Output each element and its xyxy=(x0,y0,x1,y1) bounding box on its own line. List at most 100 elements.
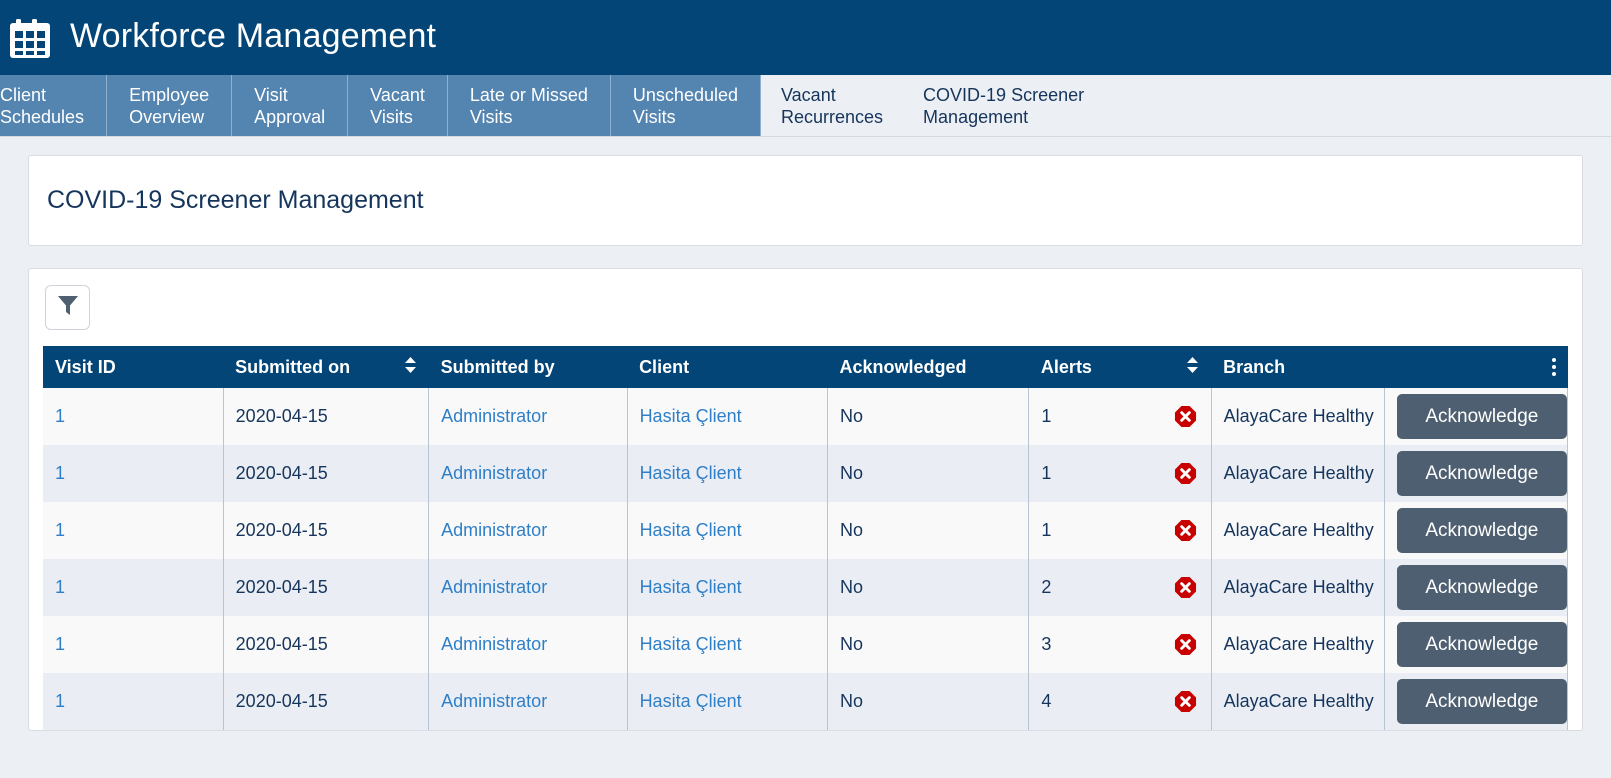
cell-submitted-on: 2020-04-15 xyxy=(223,673,430,730)
acknowledge-button[interactable]: Acknowledge xyxy=(1396,508,1567,553)
tab-visit-approval[interactable]: Visit Approval xyxy=(232,75,349,136)
cell-submitted-on: 2020-04-15 xyxy=(223,559,430,616)
tab-label-line2: Schedules xyxy=(0,106,85,127)
acknowledge-button[interactable]: Acknowledge xyxy=(1396,565,1567,610)
visit-id-link[interactable]: 1 xyxy=(55,463,65,483)
app-header: Workforce Management xyxy=(0,0,1611,75)
cell-submitted-by: Administrator xyxy=(428,616,628,673)
table-row[interactable]: 1 2020-04-15 Administrator Hasita Çlient… xyxy=(43,673,1569,730)
cell-submitted-by: Administrator xyxy=(428,559,628,616)
error-octagon-icon xyxy=(1174,690,1197,713)
tab-label-line2: Visits xyxy=(370,106,413,127)
visit-id-link[interactable]: 1 xyxy=(55,577,65,597)
cell-branch: AlayaCare Healthy xyxy=(1211,502,1385,559)
submitted-by-link[interactable]: Administrator xyxy=(441,520,547,540)
cell-client: Hasita Çlient xyxy=(627,502,828,559)
cell-submitted-by: Administrator xyxy=(428,388,628,445)
cell-alerts: 4 xyxy=(1028,673,1212,730)
cell-branch: AlayaCare Healthy xyxy=(1211,673,1385,730)
visit-id-link[interactable]: 1 xyxy=(55,691,65,711)
alerts-count: 1 xyxy=(1041,406,1052,426)
grid-card: Visit ID Submitted on Submitted by Clien… xyxy=(28,268,1583,731)
cell-visit-id: 1 xyxy=(43,673,224,730)
sort-icon[interactable] xyxy=(404,356,417,379)
error-octagon-icon xyxy=(1174,462,1197,485)
cell-branch: AlayaCare Healthy xyxy=(1211,388,1385,445)
client-link[interactable]: Hasita Çlient xyxy=(640,520,742,540)
cell-branch: AlayaCare Healthy xyxy=(1211,616,1385,673)
tab-vacant-visits[interactable]: Vacant Visits xyxy=(348,75,448,136)
column-label: Branch xyxy=(1223,356,1286,377)
cell-branch: AlayaCare Healthy xyxy=(1211,559,1385,616)
cell-alerts: 1 xyxy=(1028,502,1212,559)
tab-client-schedules[interactable]: Client Schedules xyxy=(0,75,108,136)
cell-alerts: 2 xyxy=(1028,559,1212,616)
table-row[interactable]: 1 2020-04-15 Administrator Hasita Çlient… xyxy=(43,502,1569,559)
tab-late-or-missed-visits[interactable]: Late or Missed Visits xyxy=(447,75,611,136)
tab-label-line1: Vacant xyxy=(781,84,836,105)
submitted-by-link[interactable]: Administrator xyxy=(441,634,547,654)
tab-label-line1: Visit xyxy=(254,84,288,105)
cell-alerts: 3 xyxy=(1028,616,1212,673)
cell-submitted-on: 2020-04-15 xyxy=(223,502,430,559)
tab-label-line1: Employee xyxy=(129,84,210,105)
cell-submitted-by: Administrator xyxy=(428,445,628,502)
acknowledge-button[interactable]: Acknowledge xyxy=(1396,451,1567,496)
submitted-by-link[interactable]: Administrator xyxy=(441,577,547,597)
error-octagon-icon xyxy=(1174,576,1197,599)
cell-visit-id: 1 xyxy=(43,616,224,673)
visit-id-link[interactable]: 1 xyxy=(55,520,65,540)
table-body: 1 2020-04-15 Administrator Hasita Çlient… xyxy=(43,388,1569,730)
submitted-by-link[interactable]: Administrator xyxy=(441,406,547,426)
submitted-by-link[interactable]: Administrator xyxy=(441,463,547,483)
column-label: Acknowledged xyxy=(839,356,967,377)
calendar-icon xyxy=(8,16,52,60)
cell-submitted-on: 2020-04-15 xyxy=(223,388,430,445)
cell-client: Hasita Çlient xyxy=(627,388,828,445)
table-row[interactable]: 1 2020-04-15 Administrator Hasita Çlient… xyxy=(43,616,1569,673)
table-row[interactable]: 1 2020-04-15 Administrator Hasita Çlient… xyxy=(43,445,1569,502)
column-header-client[interactable]: Client xyxy=(627,346,828,388)
tab-label-line1: Client xyxy=(0,84,47,105)
column-header-branch[interactable]: Branch xyxy=(1211,346,1385,388)
client-link[interactable]: Hasita Çlient xyxy=(640,577,742,597)
cell-submitted-on: 2020-04-15 xyxy=(223,616,430,673)
visit-id-link[interactable]: 1 xyxy=(55,634,65,654)
filter-button[interactable] xyxy=(45,285,90,330)
alerts-count: 1 xyxy=(1041,520,1052,540)
client-link[interactable]: Hasita Çlient xyxy=(640,406,742,426)
column-header-submitted-by[interactable]: Submitted by xyxy=(428,346,628,388)
alerts-count: 1 xyxy=(1041,463,1052,483)
client-link[interactable]: Hasita Çlient xyxy=(640,691,742,711)
client-link[interactable]: Hasita Çlient xyxy=(640,634,742,654)
tab-vacant-recurrences[interactable]: Vacant Recurrences xyxy=(761,75,904,136)
tab-unscheduled-visits[interactable]: Unscheduled Visits xyxy=(610,75,761,136)
submitted-by-link[interactable]: Administrator xyxy=(441,691,547,711)
cell-actions: Acknowledge xyxy=(1384,616,1569,673)
tab-employee-overview[interactable]: Employee Overview xyxy=(107,75,233,136)
alerts-count: 4 xyxy=(1041,691,1052,711)
tab-covid-19-screener-management[interactable]: COVID-19 Screener Management xyxy=(903,75,1105,136)
client-link[interactable]: Hasita Çlient xyxy=(640,463,742,483)
column-header-acknowledged[interactable]: Acknowledged xyxy=(827,346,1029,388)
acknowledge-button[interactable]: Acknowledge xyxy=(1396,679,1567,724)
column-header-visit-id[interactable]: Visit ID xyxy=(43,346,224,388)
table-row[interactable]: 1 2020-04-15 Administrator Hasita Çlient… xyxy=(43,559,1569,616)
acknowledge-button[interactable]: Acknowledge xyxy=(1396,622,1567,667)
column-label: Alerts xyxy=(1040,356,1092,377)
tab-label-line2: Management xyxy=(923,106,1029,127)
app-title: Workforce Management xyxy=(70,17,437,55)
table-row[interactable]: 1 2020-04-15 Administrator Hasita Çlient… xyxy=(43,388,1569,445)
column-header-submitted-on[interactable]: Submitted on xyxy=(223,346,429,388)
alerts-count: 3 xyxy=(1041,634,1052,654)
visit-id-link[interactable]: 1 xyxy=(55,406,65,426)
column-header-alerts[interactable]: Alerts xyxy=(1028,346,1212,388)
cell-client: Hasita Çlient xyxy=(627,445,828,502)
sort-icon[interactable] xyxy=(1186,356,1199,379)
cell-submitted-by: Administrator xyxy=(428,502,628,559)
kebab-menu-icon[interactable] xyxy=(1551,358,1556,376)
tab-label-line1: Vacant xyxy=(370,84,425,105)
page-title-card: COVID-19 Screener Management xyxy=(28,155,1583,246)
acknowledge-button[interactable]: Acknowledge xyxy=(1396,394,1567,439)
cell-client: Hasita Çlient xyxy=(627,673,828,730)
